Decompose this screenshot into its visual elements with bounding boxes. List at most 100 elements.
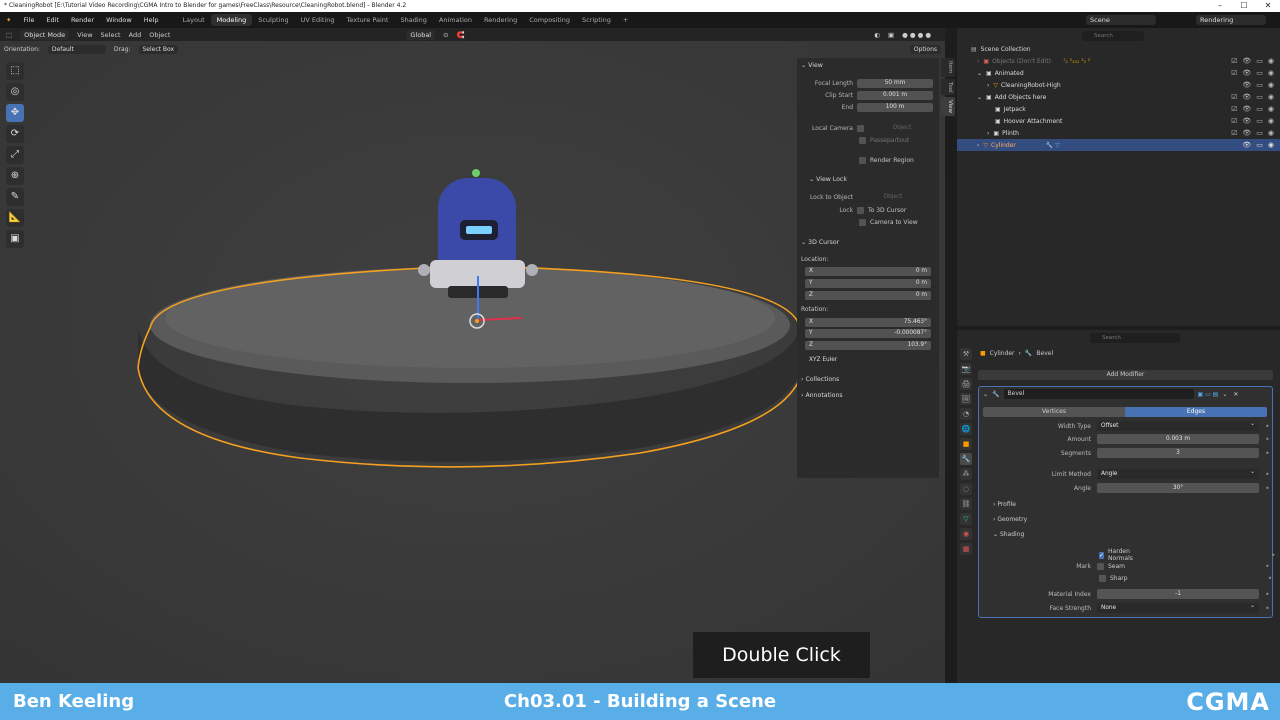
local-camera-checkbox[interactable] <box>857 125 864 132</box>
focal-length-field[interactable]: 50 mm <box>857 79 933 88</box>
camera-to-view-checkbox[interactable] <box>859 219 866 226</box>
viewport-menu-object[interactable]: Object <box>149 31 170 39</box>
outliner-item-animated[interactable]: ⌄ ▣ Animated ☑ 👁 ▭ ◉ <box>957 67 1280 79</box>
limit-method-dropdown[interactable]: Angle <box>1097 467 1259 479</box>
tab-uv-editing[interactable]: UV Editing <box>295 14 341 26</box>
transform-orientation[interactable]: Global <box>406 29 436 40</box>
tab-item[interactable]: Item <box>941 58 955 77</box>
outliner-item-objects-dont-edit[interactable]: › ▣ Objects (Don't Edit) ⁷₂ ⁵₂₄₁ ³₂ ² ☑ 👁 ▭ ◉ <box>957 55 1280 67</box>
outliner-item-add-objects-here[interactable]: ⌄ ▣ Add Objects here ☑ 👁 ▭ ◉ <box>957 91 1280 103</box>
move-icon[interactable]: ✥ <box>6 104 24 122</box>
harden-normals-checkbox[interactable]: ✓ <box>1099 551 1105 559</box>
affect-vertices-button[interactable]: Vertices <box>983 407 1125 417</box>
clip-start-field[interactable]: 0.001 m <box>857 91 933 100</box>
drag-dropdown[interactable]: Select Box <box>138 44 179 54</box>
measure-icon[interactable]: 📐 <box>6 209 24 227</box>
outliner-item-cylinder[interactable]: › ▽ Cylinder 🔧 ▽ 👁 ▭ ◉ <box>957 139 1280 151</box>
tab-view[interactable]: View <box>941 97 955 117</box>
select-box-icon[interactable]: ⬚ <box>6 62 24 80</box>
scene-tab-icon[interactable]: ◔ <box>960 408 972 420</box>
scale-icon[interactable]: ⤢ <box>6 146 24 164</box>
seam-checkbox[interactable] <box>1097 563 1104 570</box>
xray-icon[interactable]: ▣ <box>888 31 894 39</box>
amount-field[interactable]: 0.003 m <box>1097 434 1259 444</box>
annotate-icon[interactable]: ✎ <box>6 188 24 206</box>
cursor-rot-y-field[interactable]: Y -0.000087° <box>805 329 931 338</box>
add-workspace-button[interactable]: + <box>617 14 634 26</box>
add-cube-icon[interactable]: ▣ <box>6 230 24 248</box>
menu-edit[interactable]: Edit <box>40 16 65 24</box>
rotate-icon[interactable]: ⟳ <box>6 125 24 143</box>
affect-edges-button[interactable]: Edges <box>1125 407 1267 417</box>
mode-selector[interactable]: Object Mode <box>20 29 70 40</box>
rotation-mode-dropdown[interactable]: XYZ Euler <box>805 356 937 365</box>
annotations-header[interactable]: › Annotations <box>801 392 843 399</box>
cursor-rot-x-field[interactable]: X 75.463° <box>805 318 931 327</box>
add-modifier-button[interactable]: Add Modifier <box>978 370 1273 380</box>
viewport-menu-select[interactable]: Select <box>101 31 121 39</box>
geometry-subpanel[interactable]: › Geometry <box>993 516 1027 523</box>
outliner-root[interactable]: ▤ Scene Collection <box>957 43 1280 55</box>
material-tab-icon[interactable]: ◉ <box>960 528 972 540</box>
angle-field[interactable]: 30° <box>1097 483 1259 493</box>
outliner-search[interactable]: Search <box>1082 31 1144 41</box>
local-camera-field[interactable]: Object <box>872 124 932 133</box>
properties-search[interactable]: Search <box>1090 333 1180 343</box>
cursor-loc-x-field[interactable]: X0 m <box>805 267 931 276</box>
menu-help[interactable]: Help <box>138 16 165 24</box>
view-section-header[interactable]: ⌄ View <box>801 62 823 69</box>
minimize-button[interactable]: – <box>1208 0 1232 12</box>
to-3d-cursor-checkbox[interactable] <box>857 207 864 214</box>
constraints-tab-icon[interactable]: ⛓ <box>960 498 972 510</box>
tab-rendering[interactable]: Rendering <box>478 14 523 26</box>
object-tab-icon[interactable]: ■ <box>960 438 972 450</box>
width-type-dropdown[interactable]: Offset <box>1097 419 1259 431</box>
pivot-icon[interactable]: ⊙ <box>443 31 448 39</box>
snap-icon[interactable]: 🧲 <box>457 31 465 39</box>
tab-layout[interactable]: Layout <box>177 14 211 26</box>
scene-selector[interactable]: Scene <box>1086 15 1156 25</box>
close-button[interactable]: ✕ <box>1256 0 1280 12</box>
cursor-loc-z-field[interactable]: Z0 m <box>805 291 931 300</box>
outliner-item-jetpack[interactable]: ▣ Jetpack ☑ 👁 ▭ ◉ <box>957 103 1280 115</box>
cursor-loc-y-field[interactable]: Y0 m <box>805 279 931 288</box>
modifier-remove-icon[interactable]: ✕ <box>1233 391 1238 398</box>
tool-tab-icon[interactable]: ⚒ <box>960 348 972 360</box>
editor-type-icon[interactable]: ⬚ <box>6 31 12 39</box>
render-tab-icon[interactable]: 📷 <box>960 363 972 375</box>
view-layer-tab-icon[interactable]: 🖼 <box>960 393 972 405</box>
options-button[interactable]: Options <box>909 44 941 54</box>
tab-compositing[interactable]: Compositing <box>523 14 576 26</box>
viewport-menu-add[interactable]: Add <box>129 31 142 39</box>
maximize-button[interactable]: ☐ <box>1232 0 1256 12</box>
clip-end-field[interactable]: 100 m <box>857 103 933 112</box>
modifier-menu-icon[interactable]: ⌄ <box>1222 391 1227 398</box>
menu-window[interactable]: Window <box>100 16 138 24</box>
physics-tab-icon[interactable]: ◌ <box>960 483 972 495</box>
output-tab-icon[interactable]: 🖨 <box>960 378 972 390</box>
outliner-item-cleaningrobot-high[interactable]: › ▽ CleaningRobot-High 👁 ▭ ◉ <box>957 79 1280 91</box>
cursor-rot-z-field[interactable]: Z 103.9° <box>805 341 931 350</box>
tab-shading[interactable]: Shading <box>394 14 432 26</box>
3d-cursor-header[interactable]: ⌄ 3D Cursor <box>801 239 839 246</box>
segments-field[interactable]: 3 <box>1097 448 1259 458</box>
modifier-visibility-icons[interactable]: ▣ ▭ ▤ <box>1198 391 1219 398</box>
shading-icons[interactable]: ● ● ● ● <box>902 31 931 39</box>
material-index-field[interactable]: -1 <box>1097 589 1259 599</box>
modifier-tab-icon[interactable]: 🔧 <box>960 453 972 465</box>
modifier-name-field[interactable]: Bevel <box>1003 389 1194 399</box>
tab-modeling[interactable]: Modeling <box>210 14 253 26</box>
tab-scripting[interactable]: Scripting <box>576 14 617 26</box>
face-strength-dropdown[interactable]: None <box>1097 601 1259 613</box>
render-region-checkbox[interactable] <box>859 157 866 164</box>
viewport-menu-view[interactable]: View <box>77 31 92 39</box>
lock-to-object-field[interactable]: Object <box>857 193 929 202</box>
view-lock-header[interactable]: ⌄ View Lock <box>809 176 847 183</box>
collections-header[interactable]: › Collections <box>801 376 839 383</box>
profile-subpanel[interactable]: › Profile <box>993 501 1016 508</box>
tab-sculpting[interactable]: Sculpting <box>252 14 294 26</box>
passepartout-checkbox[interactable] <box>859 137 866 144</box>
view-layer-selector[interactable]: Rendering <box>1196 15 1266 25</box>
menu-render[interactable]: Render <box>65 16 100 24</box>
outliner-item-plinth[interactable]: › ▣ Plinth ☑ 👁 ▭ ◉ <box>957 127 1280 139</box>
